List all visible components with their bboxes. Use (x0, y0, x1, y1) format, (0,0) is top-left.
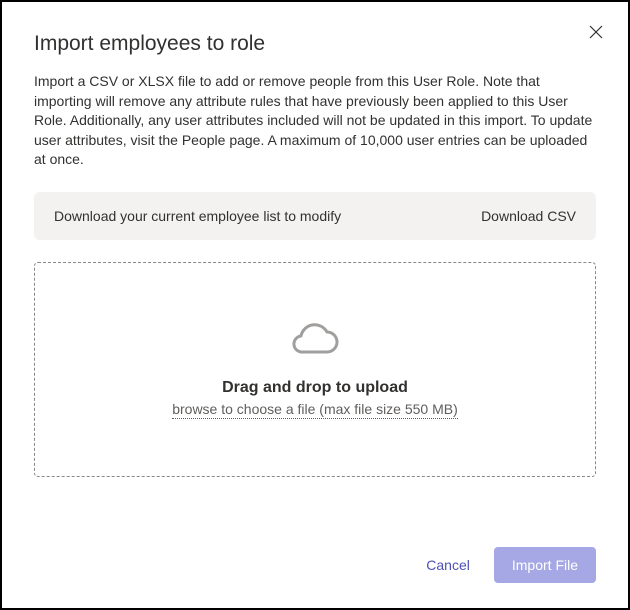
dropzone-title: Drag and drop to upload (222, 379, 408, 397)
modal-title: Import employees to role (34, 32, 596, 56)
download-bar: Download your current employee list to m… (34, 192, 596, 240)
file-dropzone[interactable]: Drag and drop to upload browse to choose… (34, 262, 596, 477)
modal-description: Import a CSV or XLSX file to add or remo… (34, 72, 596, 170)
browse-file-link[interactable]: browse to choose a file (max file size 5… (172, 401, 458, 419)
close-button[interactable] (588, 24, 604, 45)
cloud-upload-icon (289, 320, 341, 365)
import-file-button[interactable]: Import File (494, 547, 596, 583)
download-csv-link[interactable]: Download CSV (481, 208, 576, 224)
modal-footer: Cancel Import File (426, 547, 596, 583)
close-icon (588, 27, 604, 44)
cancel-button[interactable]: Cancel (426, 557, 470, 573)
download-label: Download your current employee list to m… (54, 208, 341, 224)
